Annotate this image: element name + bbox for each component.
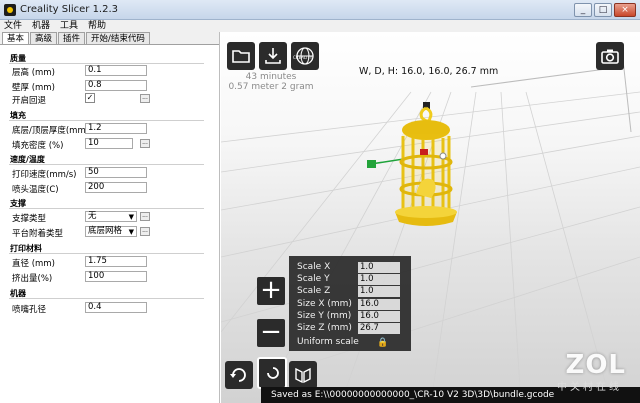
menu-tools[interactable]: 工具 xyxy=(60,20,78,32)
adhesion-type-value: 底层网格 xyxy=(88,226,123,236)
adhesion-more-button[interactable]: ... xyxy=(140,227,150,236)
flow-input[interactable]: 100 xyxy=(85,271,147,282)
zol-watermark-cn: 中关村在线 xyxy=(557,382,622,393)
reset-view-button[interactable] xyxy=(257,357,287,389)
settings-tabs: 基本 高级 插件 开始/结束代码 xyxy=(0,32,219,45)
flow-label: 挤出量(%) xyxy=(12,274,53,284)
save-gcode-button[interactable] xyxy=(259,42,287,70)
window-title: Creality Slicer 1.2.3 xyxy=(20,4,119,15)
diameter-input[interactable]: 1.75 xyxy=(85,256,147,267)
title-bar: Creality Slicer 1.2.3 _ □ × xyxy=(0,0,640,20)
nozzle-size-label: 喷嘴孔径 xyxy=(12,305,47,315)
support-type-select[interactable]: 无 ▼ xyxy=(85,211,137,222)
tab-start-end-gcode[interactable]: 开始/结束代码 xyxy=(86,32,150,44)
size-y-input[interactable]: 16.0 xyxy=(358,311,400,322)
diameter-label: 直径 (mm) xyxy=(12,259,55,269)
download-icon xyxy=(265,48,281,64)
screenshot-button[interactable] xyxy=(596,42,624,70)
menu-file[interactable]: 文件 xyxy=(4,20,22,32)
nozzle-size-input[interactable]: 0.4 xyxy=(85,302,147,313)
divider xyxy=(9,298,204,299)
shell-thickness-label: 壁厚 (mm) xyxy=(12,83,55,93)
settings-panel: 基本 高级 插件 开始/结束代码 质量 层高 (mm) 0.1 壁厚 (mm) … xyxy=(0,32,220,403)
support-type-label: 支撑类型 xyxy=(12,214,47,224)
size-x-input[interactable]: 16.0 xyxy=(358,299,400,310)
print-speed-label: 打印速度(mm/s) xyxy=(12,170,77,180)
menu-help[interactable]: 帮助 xyxy=(88,20,106,32)
folder-icon xyxy=(232,50,250,63)
print-speed-input[interactable]: 50 xyxy=(85,167,147,178)
lock-icon[interactable]: 🔒 xyxy=(377,338,388,348)
scale-x-label: Scale X xyxy=(297,262,331,272)
reset-icon xyxy=(267,367,279,379)
retraction-label: 开启回退 xyxy=(12,96,47,106)
layer-height-input[interactable]: 0.1 xyxy=(85,65,147,76)
top-bottom-thickness-input[interactable]: 1.2 xyxy=(85,123,147,134)
tab-advanced[interactable]: 高级 xyxy=(30,32,58,44)
creality-logo-text: CREALITY xyxy=(293,55,313,60)
size-z-input[interactable]: 26.7 xyxy=(358,323,400,334)
scale-y-input[interactable]: 1.0 xyxy=(358,274,400,285)
tab-plugins[interactable]: 插件 xyxy=(58,32,86,44)
material-usage: 0.57 meter 2 gram xyxy=(228,82,314,92)
fill-density-input[interactable]: 10 xyxy=(85,138,133,149)
menu-bar: 文件 机器 工具 帮助 xyxy=(0,20,640,32)
tab-basic[interactable]: 基本 xyxy=(2,32,30,44)
adhesion-type-select[interactable]: 底层网格 ▼ xyxy=(85,226,137,237)
shell-thickness-input[interactable]: 0.8 xyxy=(85,80,147,91)
print-time: 43 minutes xyxy=(245,72,297,82)
divider xyxy=(9,63,204,64)
menu-machine[interactable]: 机器 xyxy=(32,20,50,32)
layer-height-label: 层高 (mm) xyxy=(12,68,55,78)
3d-viewport[interactable]: CREALITY 43 minutes 0.57 meter 2 gram W,… xyxy=(221,32,640,403)
top-bottom-thickness-label: 底层/顶层厚度(mm) xyxy=(12,126,90,136)
divider xyxy=(9,164,204,165)
support-type-value: 无 xyxy=(88,211,97,221)
uniform-scale-label: Uniform scale xyxy=(297,337,359,347)
zol-watermark: ZOL xyxy=(565,350,626,380)
close-button[interactable]: × xyxy=(614,3,636,17)
fill-density-label: 填充密度 (%) xyxy=(12,141,64,151)
mirror-icon xyxy=(295,367,311,384)
print-estimate: 43 minutes 0.57 meter 2 gram xyxy=(226,72,316,92)
fill-more-button[interactable]: ... xyxy=(140,139,150,148)
app-icon xyxy=(4,4,16,16)
scale-panel: Scale X 1.0 Scale Y 1.0 Scale Z 1.0 Size… xyxy=(289,256,411,351)
birdcage-model[interactable] xyxy=(361,94,481,254)
rotate-button[interactable] xyxy=(225,361,253,389)
model-dimensions: W, D, H: 16.0, 16.0, 26.7 mm xyxy=(359,66,499,77)
scale-z-input[interactable]: 1.0 xyxy=(358,286,400,297)
divider xyxy=(9,208,204,209)
maximize-button[interactable]: □ xyxy=(594,3,612,17)
minimize-button[interactable]: _ xyxy=(574,3,592,17)
size-y-label: Size Y (mm) xyxy=(297,311,352,321)
divider xyxy=(9,120,204,121)
nozzle-temp-input[interactable]: 200 xyxy=(85,182,147,193)
size-z-label: Size Z (mm) xyxy=(297,323,352,333)
dropdown-arrow-icon: ▼ xyxy=(128,213,134,221)
zoom-in-button[interactable]: + xyxy=(257,277,285,305)
dropdown-arrow-icon: ▼ xyxy=(128,228,134,236)
creality-cloud-button[interactable]: CREALITY xyxy=(291,42,319,70)
camera-icon xyxy=(601,49,619,64)
adhesion-type-label: 平台附着类型 xyxy=(12,229,64,239)
scale-z-label: Scale Z xyxy=(297,286,331,296)
retraction-more-button[interactable]: ... xyxy=(140,94,150,103)
zoom-out-button[interactable]: − xyxy=(257,319,285,347)
scale-x-input[interactable]: 1.0 xyxy=(358,262,400,273)
scale-y-label: Scale Y xyxy=(297,274,330,284)
open-file-button[interactable] xyxy=(227,42,255,70)
divider xyxy=(9,253,204,254)
nozzle-temp-label: 喷头温度(C) xyxy=(12,185,59,195)
rotate-icon xyxy=(230,368,246,382)
mirror-button[interactable] xyxy=(289,361,317,389)
support-more-button[interactable]: ... xyxy=(140,212,150,221)
size-x-label: Size X (mm) xyxy=(297,299,352,309)
retraction-checkbox[interactable]: ✓ xyxy=(85,93,95,103)
